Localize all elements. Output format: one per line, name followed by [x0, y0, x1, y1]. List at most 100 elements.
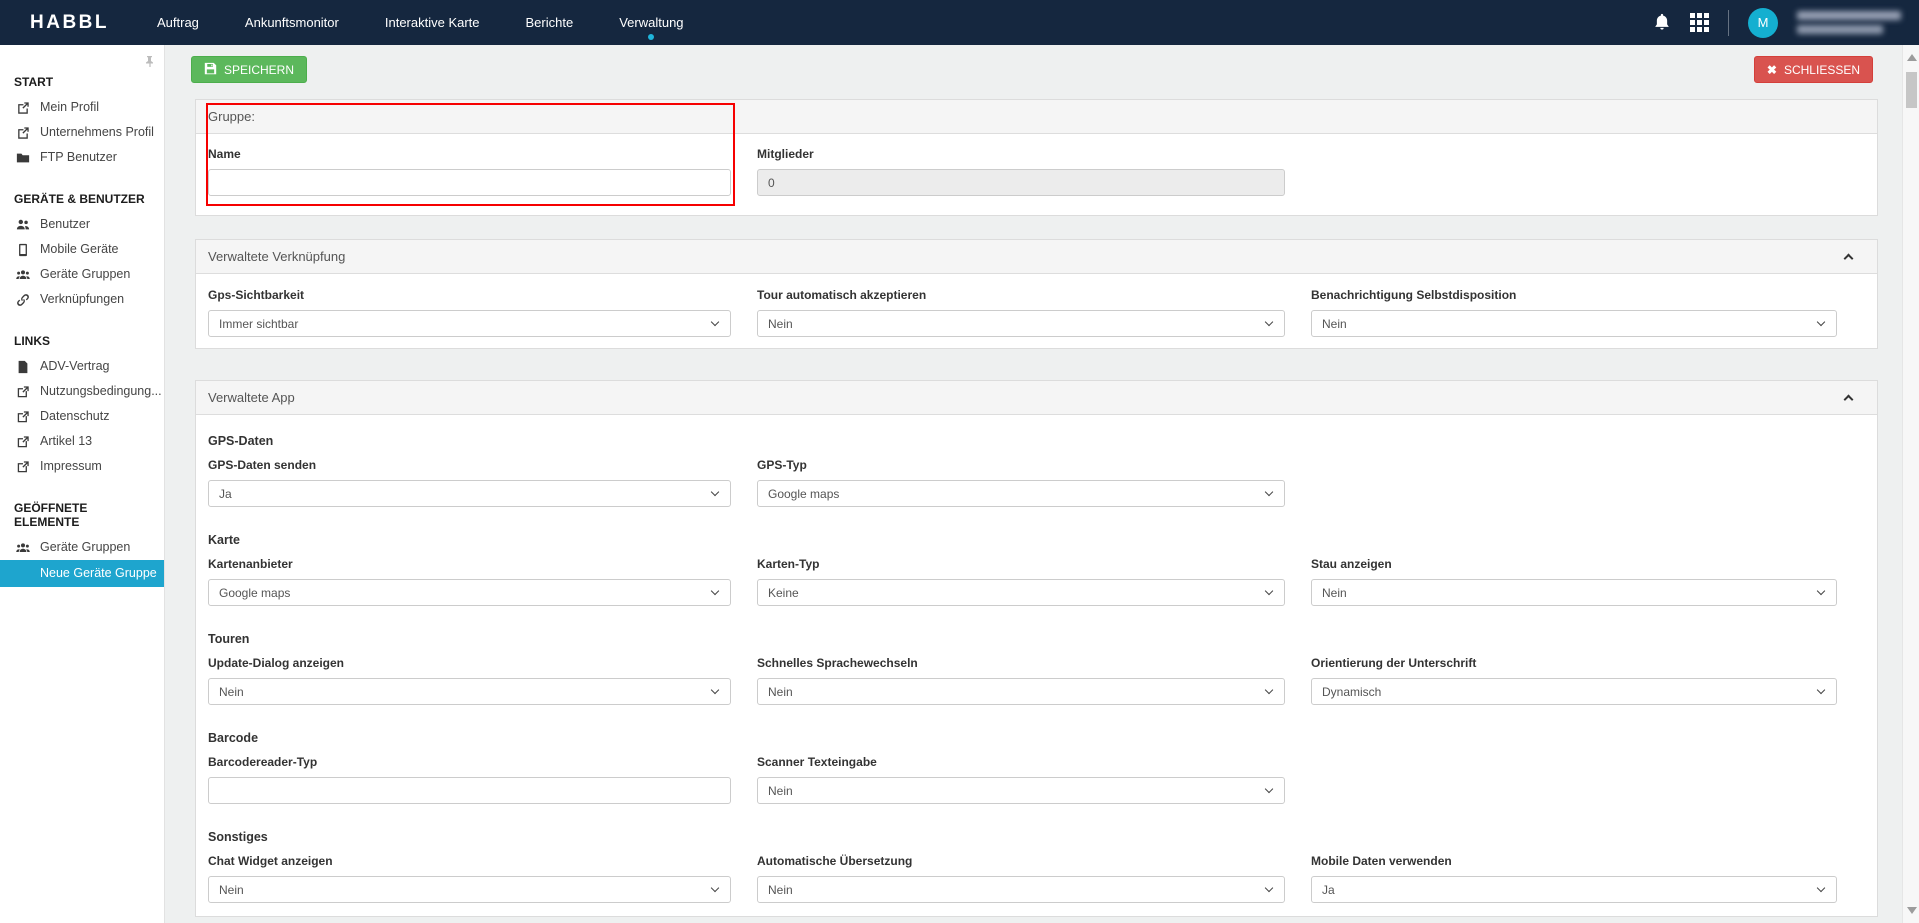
nav-item-verwaltung[interactable]: Verwaltung: [596, 0, 706, 45]
sidebar-item-label: Benutzer: [40, 217, 90, 232]
scanner-texteingabe-select[interactable]: Nein: [757, 777, 1285, 804]
field-label: Benachrichtigung Selbstdisposition: [1311, 288, 1837, 302]
orientierung-der-unterschrift-select[interactable]: Dynamisch: [1311, 678, 1837, 705]
external-link-icon: [15, 434, 31, 449]
save-icon: [204, 62, 217, 78]
stau-anzeigen-select[interactable]: Nein: [1311, 579, 1837, 606]
vertical-scrollbar[interactable]: [1902, 45, 1919, 923]
kartenanbieter-select[interactable]: Google maps: [208, 579, 731, 606]
field-name: Name: [208, 147, 731, 196]
barcodereader-typ-input[interactable]: [208, 777, 731, 804]
sidebar-item-nutzungsbedingung[interactable]: Nutzungsbedingung...: [0, 379, 164, 404]
section-title: START: [0, 71, 164, 95]
sidebar-item-label: Geräte Gruppen: [40, 267, 130, 282]
chevron-down-icon: [1265, 685, 1273, 693]
karten-typ-select[interactable]: Keine: [757, 579, 1285, 606]
sidebar-item-adv-vertrag[interactable]: ADV-Vertrag: [0, 354, 164, 379]
avatar[interactable]: M: [1748, 8, 1778, 38]
save-button[interactable]: SPEICHERN: [191, 56, 307, 83]
sidebar-item-label: Mobile Geräte: [40, 242, 119, 257]
chat-widget-anzeigen-select[interactable]: Nein: [208, 876, 731, 903]
topnav-right-area: M: [1653, 8, 1901, 38]
select-value: Ja: [219, 487, 232, 501]
name-input[interactable]: [208, 169, 731, 196]
close-button[interactable]: ✖ SCHLIESSEN: [1754, 56, 1873, 83]
nav-item-interaktive-karte[interactable]: Interaktive Karte: [362, 0, 503, 45]
gps-sichtbarkeit-select[interactable]: Immer sichtbar: [208, 310, 731, 337]
user-name-redacted[interactable]: [1797, 11, 1901, 34]
select-value: Nein: [219, 685, 244, 699]
nav-item-ankunftsmonitor[interactable]: Ankunftsmonitor: [222, 0, 362, 45]
automatische-uebersetzung-select[interactable]: Nein: [757, 876, 1285, 903]
scrollbar-down-arrow[interactable]: [1907, 907, 1917, 914]
sidebar-section-geoeffnete-elemente: GEÖFFNETE ELEMENTE Geräte Gruppen Neue G…: [0, 497, 164, 587]
benachrichtigung-selbstdisposition-select[interactable]: Nein: [1311, 310, 1837, 337]
field-label: Name: [208, 147, 731, 161]
select-value: Ja: [1322, 883, 1335, 897]
field-stau-anzeigen: Stau anzeigen Nein: [1311, 557, 1837, 606]
sidebar-item-geraete-gruppen[interactable]: Geräte Gruppen: [0, 262, 164, 287]
sidebar-item-label: FTP Benutzer: [40, 150, 117, 165]
sidebar-item-verknuepfungen[interactable]: Verknüpfungen: [0, 287, 164, 312]
field-label: Scanner Texteingabe: [757, 755, 1285, 769]
field-gps-typ: GPS-Typ Google maps: [757, 458, 1285, 507]
panel-title: Gruppe:: [208, 109, 255, 124]
sidebar-item-benutzer[interactable]: Benutzer: [0, 212, 164, 237]
field-chat-widget-anzeigen: Chat Widget anzeigen Nein: [208, 854, 731, 903]
group-barcode: Barcode Barcodereader-Typ Scanner Textei…: [208, 731, 1865, 804]
mobile-daten-verwenden-select[interactable]: Ja: [1311, 876, 1837, 903]
select-value: Nein: [768, 883, 793, 897]
update-dialog-anzeigen-select[interactable]: Nein: [208, 678, 731, 705]
sidebar-item-label: Nutzungsbedingung...: [40, 384, 162, 399]
sidebar-item-label: Impressum: [40, 459, 102, 474]
field-karten-typ: Karten-Typ Keine: [757, 557, 1285, 606]
sidebar-item-ftp-benutzer[interactable]: FTP Benutzer: [0, 145, 164, 170]
external-link-icon: [15, 409, 31, 424]
section-title: GERÄTE & BENUTZER: [0, 188, 164, 212]
select-value: Google maps: [219, 586, 290, 600]
sidebar-item-artikel-13[interactable]: Artikel 13: [0, 429, 164, 454]
apps-grid-icon[interactable]: [1690, 13, 1709, 32]
chevron-down-icon: [711, 586, 719, 594]
sidebar-item-label: Neue Geräte Gruppe: [40, 566, 157, 581]
section-title: LINKS: [0, 330, 164, 354]
tour-automatisch-akzeptieren-select[interactable]: Nein: [757, 310, 1285, 337]
collapse-chevron-up-icon[interactable]: [1844, 395, 1854, 405]
chevron-down-icon: [1265, 317, 1273, 325]
panel-app-header: Verwaltete App: [196, 381, 1877, 415]
sidebar-item-impressum[interactable]: Impressum: [0, 454, 164, 479]
folder-icon: [15, 150, 31, 165]
habbl-logo[interactable]: HABBL: [30, 12, 108, 34]
sidebar-item-open-geraete-gruppen[interactable]: Geräte Gruppen: [0, 535, 164, 560]
field-label: Barcodereader-Typ: [208, 755, 731, 769]
chevron-down-icon: [1265, 586, 1273, 594]
field-label: Automatische Übersetzung: [757, 854, 1285, 868]
gps-typ-select[interactable]: Google maps: [757, 480, 1285, 507]
collapse-chevron-up-icon[interactable]: [1844, 254, 1854, 264]
field-automatische-uebersetzung: Automatische Übersetzung Nein: [757, 854, 1285, 903]
sidebar-item-neue-geraete-gruppe[interactable]: Neue Geräte Gruppe: [0, 560, 164, 587]
chevron-down-icon: [1817, 883, 1825, 891]
sidebar-item-datenschutz[interactable]: Datenschutz: [0, 404, 164, 429]
chevron-down-icon: [1817, 685, 1825, 693]
bell-icon[interactable]: [1653, 13, 1671, 32]
group-karte: Karte Kartenanbieter Google maps Karten-…: [208, 533, 1865, 606]
panel-verwaltete-verknuepfung: Verwaltete Verknüpfung Gps-Sichtbarkeit …: [195, 239, 1878, 349]
field-schnelles-sprachewechseln: Schnelles Sprachewechseln Nein: [757, 656, 1285, 705]
chevron-down-icon: [711, 685, 719, 693]
field-label: Update-Dialog anzeigen: [208, 656, 731, 670]
gps-daten-senden-select[interactable]: Ja: [208, 480, 731, 507]
field-update-dialog-anzeigen: Update-Dialog anzeigen Nein: [208, 656, 731, 705]
mitglieder-input: [757, 169, 1285, 196]
nav-item-auftrag[interactable]: Auftrag: [134, 0, 222, 45]
scrollbar-up-arrow[interactable]: [1907, 54, 1917, 61]
scrollbar-thumb[interactable]: [1906, 72, 1917, 108]
schnelles-sprachewechseln-select[interactable]: Nein: [757, 678, 1285, 705]
pin-icon[interactable]: [143, 55, 155, 73]
sidebar-item-label: Mein Profil: [40, 100, 99, 115]
sidebar-item-mobile-geraete[interactable]: Mobile Geräte: [0, 237, 164, 262]
field-mitglieder: Mitglieder: [757, 147, 1285, 196]
sidebar-item-unternehmens-profil[interactable]: Unternehmens Profil: [0, 120, 164, 145]
nav-item-berichte[interactable]: Berichte: [503, 0, 597, 45]
sidebar-item-mein-profil[interactable]: Mein Profil: [0, 95, 164, 120]
